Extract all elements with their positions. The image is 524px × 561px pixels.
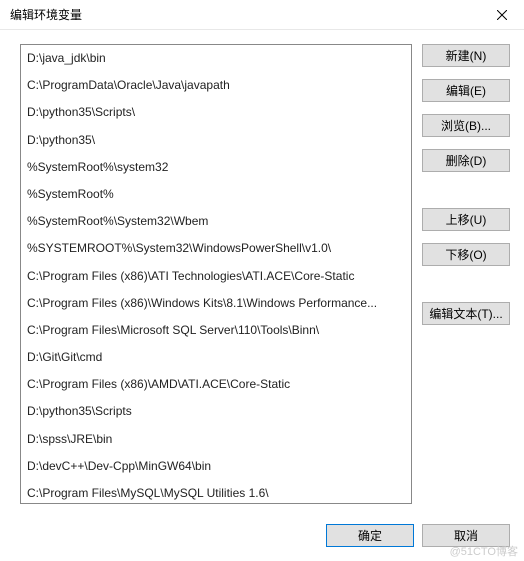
move-up-button[interactable]: 上移(U)	[422, 208, 510, 231]
edit-button[interactable]: 编辑(E)	[422, 79, 510, 102]
list-item[interactable]: D:\python35\Scripts\	[21, 99, 411, 126]
list-item[interactable]: C:\Program Files (x86)\ATI Technologies\…	[21, 263, 411, 290]
delete-button[interactable]: 删除(D)	[422, 149, 510, 172]
list-item[interactable]: %SYSTEMROOT%\System32\WindowsPowerShell\…	[21, 235, 411, 262]
close-icon	[497, 10, 507, 20]
edit-text-button[interactable]: 编辑文本(T)...	[422, 302, 510, 325]
list-item[interactable]: C:\Program Files (x86)\Windows Kits\8.1\…	[21, 290, 411, 317]
list-item[interactable]: C:\ProgramData\Oracle\Java\javapath	[21, 72, 411, 99]
window-title: 编辑环境变量	[10, 6, 82, 23]
path-listbox[interactable]: D:\java_jdk\binC:\ProgramData\Oracle\Jav…	[20, 44, 412, 504]
list-item[interactable]: D:\Git\Git\cmd	[21, 344, 411, 371]
cancel-button[interactable]: 取消	[422, 524, 510, 547]
list-item[interactable]: %SystemRoot%\System32\Wbem	[21, 208, 411, 235]
new-button[interactable]: 新建(N)	[422, 44, 510, 67]
list-item[interactable]: C:\Program Files\Microsoft SQL Server\11…	[21, 317, 411, 344]
move-down-button[interactable]: 下移(O)	[422, 243, 510, 266]
list-item[interactable]: %SystemRoot%\system32	[21, 154, 411, 181]
list-item[interactable]: C:\Program Files\MySQL\MySQL Utilities 1…	[21, 480, 411, 504]
list-item[interactable]: D:\devC++\Dev-Cpp\MinGW64\bin	[21, 453, 411, 480]
side-button-column: 新建(N) 编辑(E) 浏览(B)... 删除(D) 上移(U) 下移(O) 编…	[422, 44, 510, 504]
list-item[interactable]: D:\spss\JRE\bin	[21, 426, 411, 453]
ok-button[interactable]: 确定	[326, 524, 414, 547]
list-item[interactable]: %SystemRoot%	[21, 181, 411, 208]
close-button[interactable]	[479, 0, 524, 30]
list-item[interactable]: C:\Program Files (x86)\AMD\ATI.ACE\Core-…	[21, 371, 411, 398]
titlebar: 编辑环境变量	[0, 0, 524, 30]
list-item[interactable]: D:\python35\	[21, 127, 411, 154]
list-item[interactable]: D:\python35\Scripts	[21, 398, 411, 425]
list-item[interactable]: D:\java_jdk\bin	[21, 45, 411, 72]
footer-buttons: 确定 取消	[326, 524, 510, 547]
dialog-body: D:\java_jdk\binC:\ProgramData\Oracle\Jav…	[0, 30, 524, 504]
browse-button[interactable]: 浏览(B)...	[422, 114, 510, 137]
